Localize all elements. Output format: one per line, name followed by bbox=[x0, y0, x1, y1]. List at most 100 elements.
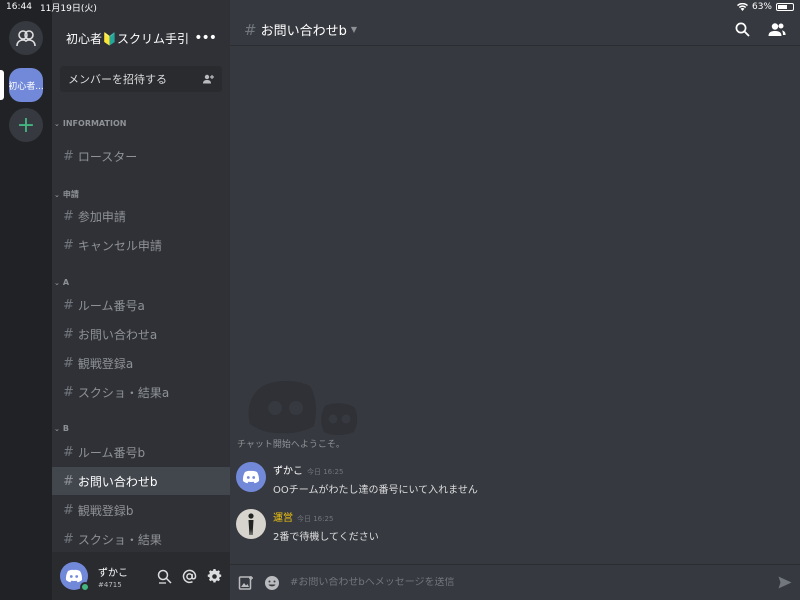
channel-name: お問い合わせa bbox=[77, 327, 158, 342]
channel-hash-icon: # bbox=[63, 531, 74, 547]
status-right: 63% bbox=[736, 2, 794, 12]
channel-hash-icon: # bbox=[63, 208, 74, 224]
friends-icon bbox=[16, 30, 36, 47]
channel-hash-icon: # bbox=[63, 473, 74, 489]
invite-members-button[interactable]: メンバーを招待する bbox=[60, 66, 222, 92]
image-upload-icon[interactable] bbox=[238, 575, 254, 591]
channel-hash-icon: # bbox=[63, 502, 74, 518]
invite-label: メンバーを招待する bbox=[68, 73, 167, 86]
server-name: 初心者🔰スクリム手引 bbox=[66, 31, 189, 46]
channel-item[interactable]: # スクショ・結果a bbox=[52, 378, 230, 406]
channel-item[interactable]: # ルーム番号b bbox=[52, 438, 230, 466]
channel-title[interactable]: お問い合わせb bbox=[261, 20, 347, 39]
message: 運営 今日 16:25 2番で待機してください bbox=[236, 509, 776, 543]
category-header[interactable]: ⌄ A bbox=[54, 278, 69, 287]
channel-hash-icon: # bbox=[63, 237, 74, 253]
welcome-text: チャット開始へようこそ。 bbox=[237, 440, 345, 450]
chevron-down-icon: ⌄ bbox=[54, 190, 60, 199]
status-date: 11月19日(火) bbox=[39, 3, 97, 14]
message-body: 運営 今日 16:25 2番で待機してください bbox=[273, 509, 379, 543]
channel-item[interactable]: # 観戦登録a bbox=[52, 349, 230, 377]
battery-percent: 63% bbox=[751, 2, 772, 12]
chevron-down-icon: ⌄ bbox=[54, 278, 60, 287]
channel-hash-icon: # bbox=[63, 326, 74, 342]
category-name: A bbox=[62, 278, 70, 287]
avatar[interactable] bbox=[236, 509, 266, 539]
channel-hash-icon: # bbox=[63, 444, 74, 460]
message-input[interactable] bbox=[290, 577, 770, 588]
message-author[interactable]: 運営 bbox=[273, 509, 293, 524]
active-server-indicator bbox=[0, 70, 4, 100]
chevron-down-icon: ⌄ bbox=[54, 424, 60, 433]
server-icon-beginner[interactable]: 初心者... bbox=[9, 68, 43, 102]
channel-name: 観戦登録a bbox=[77, 356, 134, 371]
server-rail: 初心者... + bbox=[0, 0, 52, 600]
channel-item[interactable]: # キャンセル申請 bbox=[52, 231, 230, 259]
channel-item[interactable]: # ロースター bbox=[52, 142, 230, 170]
person-figure-icon bbox=[248, 513, 254, 535]
add-user-icon bbox=[203, 74, 214, 84]
add-server-button[interactable]: + bbox=[9, 108, 43, 142]
message-meta: ずかこ 今日 16:25 bbox=[273, 462, 478, 477]
user-avatar[interactable] bbox=[60, 562, 90, 592]
channel-name: お問い合わせb bbox=[77, 474, 158, 489]
header-actions bbox=[735, 22, 786, 37]
status-bar: 16:44 11月19日(火) 63% bbox=[0, 0, 800, 14]
channel-item[interactable]: # ルーム番号a bbox=[52, 291, 230, 319]
server-header[interactable]: 初心者🔰スクリム手引 ••• bbox=[52, 14, 230, 62]
user-panel: ずかこ #4715 bbox=[52, 552, 230, 600]
channel-hash-icon: # bbox=[244, 20, 257, 39]
username: ずかこ bbox=[98, 567, 128, 579]
chat-area: # お問い合わせb ▼ チャット開始へようこそ。 ずかこ 今日 16:25 OO… bbox=[230, 0, 800, 600]
message-time: 今日 16:25 bbox=[297, 515, 334, 523]
category-header[interactable]: ⌄ 申請 bbox=[54, 189, 79, 200]
battery-fill bbox=[778, 5, 787, 9]
members-icon[interactable] bbox=[768, 22, 786, 37]
message-text: OOチームがわたし達の番号にいて入れません bbox=[273, 485, 478, 496]
battery-icon bbox=[776, 3, 794, 11]
channel-item[interactable]: # 参加申請 bbox=[52, 202, 230, 230]
user-names: ずかこ #4715 bbox=[98, 564, 128, 589]
chevron-down-icon[interactable]: ▼ bbox=[351, 25, 357, 34]
channel-item[interactable]: # お問い合わせb bbox=[52, 467, 230, 495]
emoji-icon[interactable] bbox=[264, 575, 280, 591]
channel-name: ルーム番号a bbox=[77, 298, 145, 313]
category-header[interactable]: ⌄ INFORMATION bbox=[54, 119, 126, 128]
channel-name: 観戦登録b bbox=[77, 503, 134, 518]
channel-name: 参加申請 bbox=[77, 209, 126, 224]
chat-header: # お問い合わせb ▼ bbox=[230, 14, 800, 46]
channel-name: スクショ・結果a bbox=[77, 385, 170, 400]
message-author[interactable]: ずかこ bbox=[273, 462, 303, 477]
channel-name: スクショ・結果 bbox=[77, 532, 162, 547]
more-options-icon[interactable]: ••• bbox=[194, 30, 217, 46]
status-time: 16:44 bbox=[6, 2, 32, 12]
online-status-dot bbox=[80, 582, 90, 592]
search-user-icon[interactable] bbox=[157, 569, 172, 584]
channel-name: ロースター bbox=[77, 149, 138, 164]
user-tag: #4715 bbox=[98, 580, 122, 589]
message-text: 2番で待機してください bbox=[273, 532, 379, 543]
settings-gear-icon[interactable] bbox=[207, 568, 222, 584]
mention-icon[interactable] bbox=[182, 569, 197, 584]
category-name: 申請 bbox=[62, 190, 79, 199]
category-name: B bbox=[62, 424, 69, 433]
channel-item[interactable]: # スクショ・結果 bbox=[52, 525, 230, 553]
channel-hash-icon: # bbox=[63, 355, 74, 371]
category-header[interactable]: ⌄ B bbox=[54, 424, 69, 433]
avatar[interactable] bbox=[236, 462, 266, 492]
category-name: INFORMATION bbox=[62, 119, 127, 128]
user-tools bbox=[157, 568, 222, 584]
channel-item[interactable]: # お問い合わせa bbox=[52, 320, 230, 348]
search-icon[interactable] bbox=[735, 22, 750, 37]
channel-hash-icon: # bbox=[63, 148, 74, 164]
chevron-down-icon: ⌄ bbox=[54, 119, 60, 128]
discord-logo-icon bbox=[242, 470, 260, 484]
direct-messages-button[interactable] bbox=[9, 21, 43, 55]
send-icon[interactable] bbox=[778, 576, 792, 589]
welcome-illustration bbox=[248, 380, 358, 435]
channel-item[interactable]: # 観戦登録b bbox=[52, 496, 230, 524]
channel-hash-icon: # bbox=[63, 384, 74, 400]
channel-name: ルーム番号b bbox=[77, 445, 146, 460]
channel-sidebar: 初心者🔰スクリム手引 ••• メンバーを招待する ⌄ INFORMATION # ロー… bbox=[52, 0, 230, 600]
channel-hash-icon: # bbox=[63, 297, 74, 313]
